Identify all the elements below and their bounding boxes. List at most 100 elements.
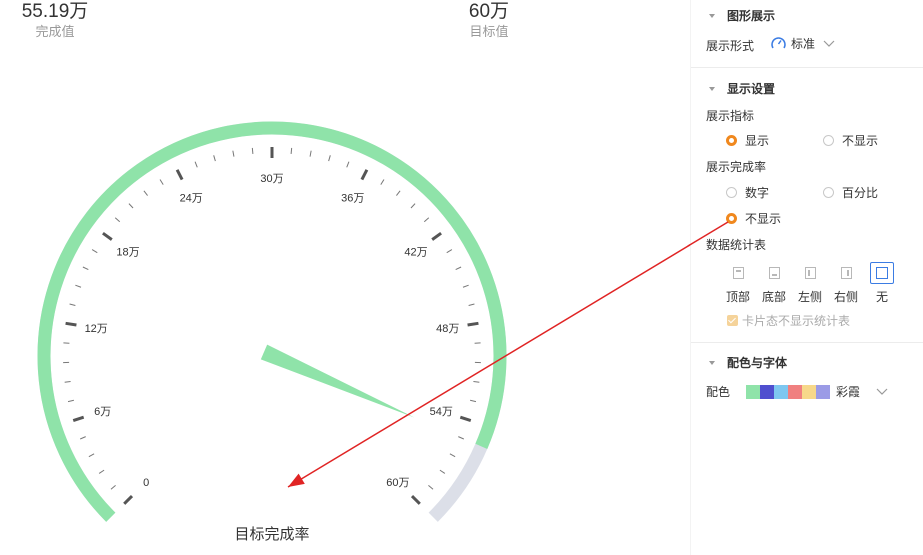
section-chart-display-header[interactable]: 图形展示 [709,7,775,24]
table-position-bottom-label: 底部 [761,290,786,304]
indicator-radio-hide[interactable]: 不显示 [823,132,878,149]
indicator-radio-show[interactable]: 显示 [726,132,769,149]
card-hide-table-checkbox[interactable]: 卡片态不显示统计表 [727,312,850,329]
table-position-right[interactable]: 右侧 [833,262,859,305]
table-position-none[interactable]: 无 [869,262,895,305]
display-form-label: 展示形式 [706,39,755,53]
gauge-minor-tick [110,485,116,490]
section-color-font-header[interactable]: 配色与字体 [709,354,787,371]
settings-sidebar: 图形展示 展示形式 标准 显示设置 展示指标 显示 不显示 展示完成率 数字 百… [690,0,923,555]
gauge-minor-tick [458,436,465,440]
palette-swatch [788,384,803,399]
gauge-minor-tick [380,179,385,185]
gauge-minor-tick [88,453,95,458]
gauge-tick-label: 24万 [180,192,203,204]
rate-radio-hide[interactable]: 不显示 [726,210,781,227]
gauge-minor-tick [213,155,216,162]
gauge-icon [771,37,786,49]
section-display-settings-header[interactable]: 显示设置 [709,80,775,97]
gauge-minor-tick [114,217,121,223]
section-color-font-title: 配色与字体 [727,356,788,370]
gauge-minor-tick [423,217,430,223]
layout-bottom-icon [762,262,786,284]
gauge-minor-tick [82,266,89,271]
gauge-minor-tick [410,203,416,209]
gauge-minor-tick [75,284,82,288]
gauge-minor-tick [328,155,331,162]
gauge-minor-tick [455,266,462,271]
gauge-major-tick [65,321,77,327]
palette-swatch [774,384,789,399]
gauge-major-tick [123,494,134,505]
card-hide-table-label: 卡片态不显示统计表 [742,314,851,328]
radio-dot-icon[interactable] [726,213,737,224]
layout-none-icon [870,262,894,284]
rate-radio-percent[interactable]: 百分比 [823,184,878,201]
gauge-ticks [63,147,481,505]
gauge-major-tick [431,231,442,241]
table-position-bottom[interactable]: 底部 [761,262,787,305]
palette-name: 彩霞 [836,385,861,399]
gauge-major-tick [72,415,85,423]
collapse-caret-icon[interactable] [709,360,715,365]
gauge-minor-tick [98,469,105,474]
gauge-minor-tick [346,161,350,168]
gauge-major-tick [102,231,113,241]
layout-right-icon [834,262,858,284]
gauge-minor-tick [143,190,148,196]
gauge-minor-tick [439,469,446,474]
rate-radio-percent-label: 百分比 [842,186,879,200]
gauge-major-tick [467,321,479,327]
palette-swatch [802,384,817,399]
section-display-settings-title: 显示设置 [727,82,776,96]
indicator-radio-hide-label: 不显示 [842,134,879,148]
palette-swatches [746,384,831,399]
annotation-arrow-line [287,244,690,488]
gauge-major-tick [175,169,184,181]
radio-dot-icon[interactable] [823,187,834,198]
display-form-value: 标准 [791,37,816,51]
gauge-minor-tick [69,303,76,307]
gauge-minor-tick [309,150,312,157]
gauge-tick-label: 48万 [436,323,459,335]
gauge-major-tick [360,169,369,181]
gauge-tick-labels: 0 6万 12万 18万 24万 30万 36万 42万 48万 54万 60万 [85,173,460,489]
radio-dot-icon[interactable] [726,135,737,146]
table-position-right-label: 右侧 [833,290,858,304]
table-position-top[interactable]: 顶部 [725,262,751,305]
checkbox-checked-icon[interactable] [727,315,738,326]
layout-top-icon [726,262,750,284]
gauge-minor-tick [232,150,235,157]
gauge-tick-label: 36万 [341,192,364,204]
chevron-down-icon [876,388,888,395]
gauge-minor-tick [91,249,98,254]
palette-label: 配色 [706,385,731,399]
collapse-caret-icon[interactable] [709,86,715,91]
gauge-chart: 0 6万 12万 18万 24万 30万 36万 42万 48万 54万 60万 目标完成率 [37,121,690,543]
annotation-arrow [287,244,690,488]
chart-canvas: 55.19万 完成值 60万 目标值 0 6万 12万 18万 24万 30万 36万 42万… [0,0,690,555]
gauge-minor-tick [67,399,74,403]
rate-radio-hide-label: 不显示 [745,212,782,226]
radio-dot-icon[interactable] [726,187,737,198]
gauge-progress-fill [37,121,507,522]
gauge-minor-tick [473,380,480,383]
display-form-select[interactable]: 标准 [770,35,835,52]
collapse-caret-icon[interactable] [709,13,715,18]
rate-radio-number[interactable]: 数字 [726,184,769,201]
gauge-major-tick [410,494,421,505]
table-position-left[interactable]: 左侧 [797,262,823,305]
layout-left-icon [798,262,822,284]
palette-select[interactable]: 配色 彩霞 [706,383,888,400]
gauge-title: 目标完成率 [234,526,309,543]
chevron-down-icon [823,40,835,47]
gauge-minor-tick [128,203,134,209]
gauge-minor-tick [396,190,401,196]
gauge-progress-arc [37,121,507,522]
gauge-minor-tick [468,303,475,307]
table-label: 数据统计表 [706,238,767,252]
gauge-minor-tick [194,161,198,168]
gauge-minor-tick [79,436,86,440]
gauge-tick-label: 12万 [85,323,108,335]
radio-dot-icon[interactable] [823,135,834,146]
